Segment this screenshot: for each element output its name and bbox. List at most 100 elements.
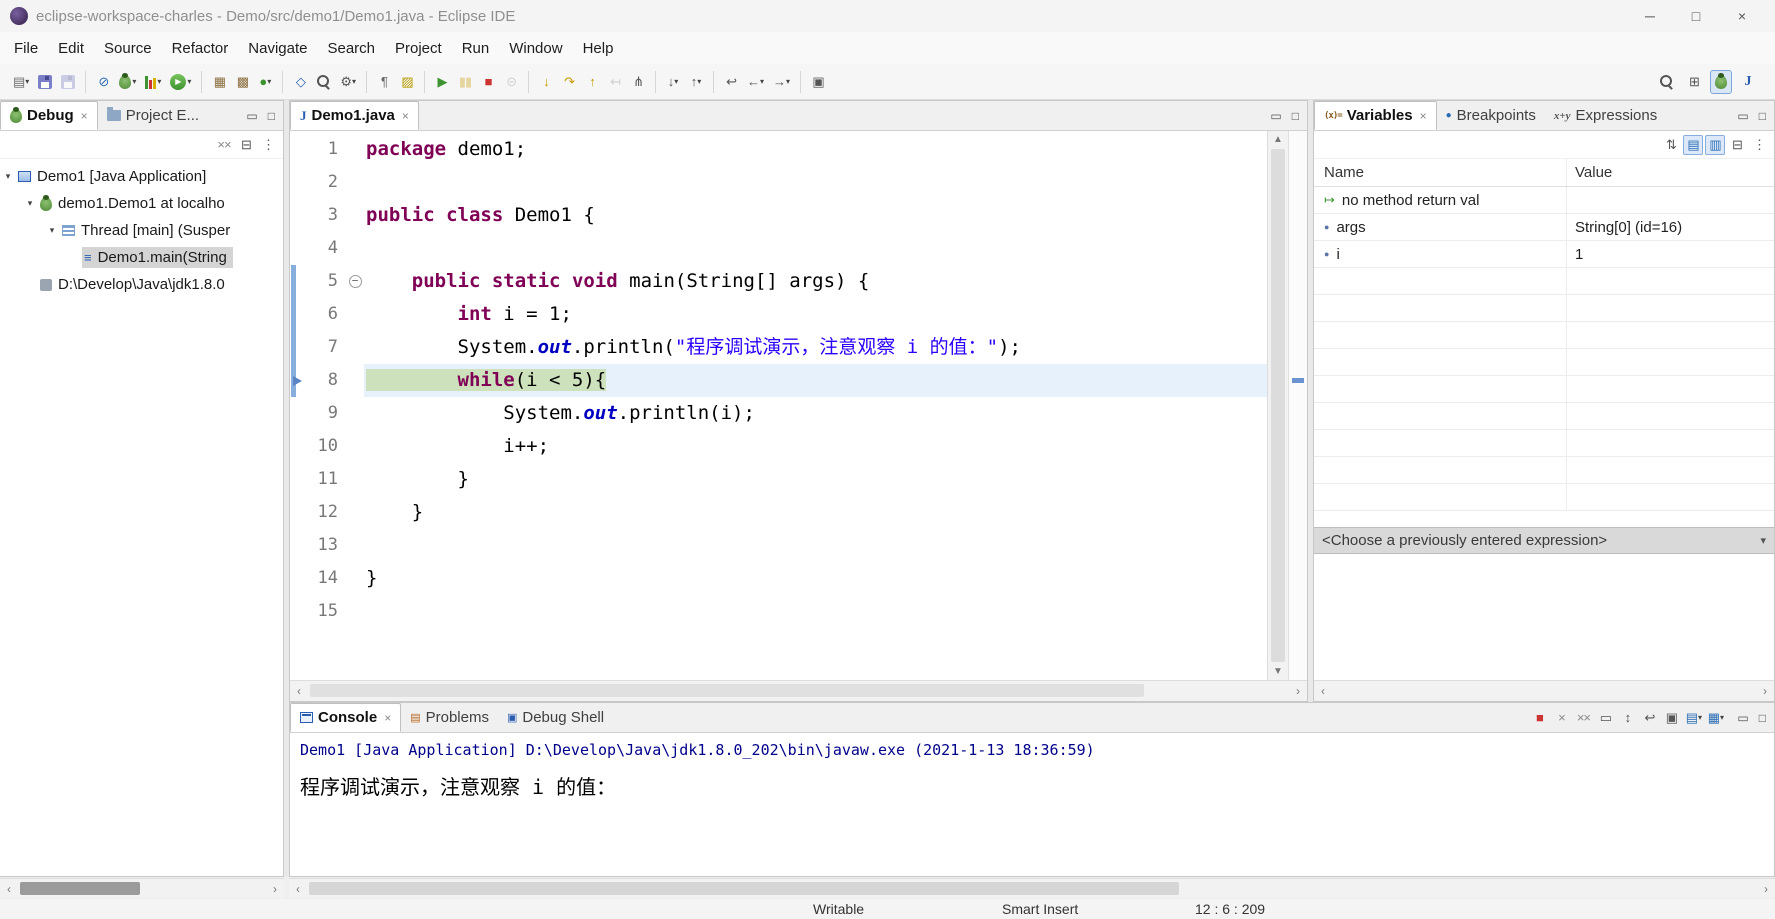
tab-demo1-java[interactable]: JDemo1.java× — [290, 101, 419, 130]
variable-row[interactable]: ●i1 — [1314, 241, 1774, 268]
tab-debug-shell[interactable]: ▣Debug Shell — [498, 703, 613, 732]
pin-editor-icon[interactable]: ▣ — [807, 70, 829, 94]
maximize-view-icon[interactable]: □ — [1292, 109, 1299, 123]
scroll-down-icon[interactable]: ▼ — [1273, 666, 1283, 677]
scrollbar-track[interactable] — [18, 879, 266, 898]
open-perspective-icon[interactable]: ⊞ — [1683, 70, 1705, 94]
scroll-left-icon[interactable]: ‹ — [1314, 684, 1332, 698]
code-line-6[interactable]: 6 int i = 1; — [290, 298, 1267, 331]
terminate-icon[interactable]: ■ — [477, 70, 499, 94]
view-menu-icon[interactable]: ⋮ — [258, 135, 278, 155]
menu-source[interactable]: Source — [94, 34, 162, 63]
save-all-icon[interactable] — [57, 70, 79, 94]
dropdown-caret-icon[interactable]: ▾ — [352, 77, 356, 86]
console-horizontal-scrollbar[interactable]: ‹ › — [289, 878, 1775, 898]
dropdown-caret-icon[interactable]: ▾ — [132, 77, 136, 86]
menu-refactor[interactable]: Refactor — [162, 34, 239, 63]
scroll-up-icon[interactable]: ▲ — [1273, 134, 1283, 145]
scrollbar-track[interactable] — [308, 681, 1289, 701]
tree-item[interactable]: ≡Demo1.main(String — [82, 247, 233, 268]
menu-edit[interactable]: Edit — [48, 34, 94, 63]
dropdown-caret-icon[interactable]: ▾ — [760, 77, 764, 86]
word-wrap-icon[interactable]: ↩ — [1639, 708, 1659, 728]
dropdown-caret-icon[interactable]: ▾ — [697, 77, 701, 86]
tree-item[interactable]: Demo1 [Java Application] — [16, 166, 212, 187]
show-whitespace-icon[interactable]: ¶ — [373, 70, 395, 94]
expression-bar[interactable]: <Choose a previously entered expression>… — [1314, 527, 1774, 554]
menu-file[interactable]: File — [4, 34, 48, 63]
code-line-8[interactable]: 8 while(i < 5){ — [290, 364, 1267, 397]
menu-project[interactable]: Project — [385, 34, 452, 63]
scroll-left-icon[interactable]: ‹ — [290, 684, 308, 698]
new-wizard-icon[interactable]: ▤▾ — [9, 70, 33, 94]
window-minimize-button[interactable]: ─ — [1627, 0, 1673, 32]
tree-item[interactable]: demo1.Demo1 at localho — [38, 193, 231, 214]
minimize-view-icon[interactable]: ▭ — [1737, 109, 1748, 123]
menu-help[interactable]: Help — [573, 34, 624, 63]
debug-icon[interactable]: ▾ — [115, 70, 140, 94]
tab-problems[interactable]: ▤Problems — [401, 703, 498, 732]
new-java-project-icon[interactable]: ▦ — [208, 70, 230, 94]
scrollbar-thumb[interactable] — [309, 882, 1179, 895]
suspend-icon[interactable]: ▮▮ — [454, 70, 476, 94]
code-line-14[interactable]: 14} — [290, 562, 1267, 595]
scrollbar-thumb[interactable] — [20, 882, 140, 895]
dropdown-caret-icon[interactable]: ▾ — [1720, 713, 1723, 722]
close-tab-icon[interactable]: × — [402, 109, 409, 123]
scroll-right-icon[interactable]: › — [1289, 684, 1307, 698]
scroll-left-icon[interactable]: ‹ — [0, 882, 18, 896]
drop-to-frame-icon[interactable]: ↤ — [604, 70, 626, 94]
open-console-icon[interactable]: ▦▾ — [1705, 708, 1725, 728]
save-icon[interactable] — [34, 70, 56, 94]
maximize-view-icon[interactable]: □ — [1759, 711, 1766, 725]
dropdown-caret-icon[interactable]: ▾ — [187, 77, 191, 86]
code-line-5[interactable]: 5− public static void main(String[] args… — [290, 265, 1267, 298]
code-line-10[interactable]: 10 i++; — [290, 430, 1267, 463]
pin-console-icon[interactable]: ▣ — [1661, 708, 1681, 728]
editor-horizontal-scrollbar[interactable]: ‹ › — [290, 680, 1307, 701]
debug-horizontal-scrollbar[interactable]: ‹ › — [0, 878, 284, 898]
back-icon[interactable]: ←▾ — [743, 70, 768, 94]
console-content[interactable]: Demo1 [Java Application] D:\Develop\Java… — [290, 733, 1774, 876]
next-annotation-icon[interactable]: ↓▾ — [662, 70, 684, 94]
new-class-icon[interactable]: ●▾ — [254, 70, 276, 94]
scroll-right-icon[interactable]: › — [1756, 684, 1774, 698]
forward-icon[interactable]: →▾ — [769, 70, 794, 94]
tree-item[interactable]: Thread [main] (Susper — [60, 220, 236, 241]
tree-row[interactable]: ▾Demo1 [Java Application] — [0, 163, 283, 190]
code-line-11[interactable]: 11 } — [290, 463, 1267, 496]
scroll-right-icon[interactable]: › — [1757, 882, 1775, 896]
tab-breakpoints[interactable]: ●Breakpoints — [1437, 101, 1545, 130]
close-tab-icon[interactable]: × — [81, 109, 88, 123]
terminate-console-icon[interactable]: ■ — [1529, 708, 1549, 728]
code-line-2[interactable]: 2 — [290, 166, 1267, 199]
variable-row[interactable]: ●argsString[0] (id=16) — [1314, 214, 1774, 241]
code-line-1[interactable]: 1package demo1; — [290, 133, 1267, 166]
close-tab-icon[interactable]: × — [384, 711, 391, 725]
code-line-13[interactable]: 13 — [290, 529, 1267, 562]
tab-debug[interactable]: Debug× — [0, 101, 98, 130]
debug-perspective-icon[interactable] — [1710, 70, 1732, 94]
remove-launch-icon[interactable]: × — [1551, 708, 1571, 728]
scrollbar-track[interactable] — [1332, 681, 1756, 701]
skip-all-breakpoints-icon[interactable]: ⊘ — [92, 70, 114, 94]
display-selected-console-icon[interactable]: ▤▾ — [1683, 708, 1703, 728]
dropdown-caret-icon[interactable]: ▾ — [157, 77, 161, 86]
code-line-3[interactable]: 3public class Demo1 { — [290, 199, 1267, 232]
variables-horizontal-scrollbar[interactable]: ‹ › — [1314, 680, 1774, 701]
external-tools-icon[interactable]: ⚙▾ — [336, 70, 360, 94]
scrollbar-track[interactable] — [307, 879, 1757, 898]
collapse-all-icon[interactable]: ⊟ — [236, 135, 256, 155]
step-into-icon[interactable]: ↓ — [535, 70, 557, 94]
code-line-4[interactable]: 4 — [290, 232, 1267, 265]
code-line-12[interactable]: 12 } — [290, 496, 1267, 529]
java-perspective-icon[interactable]: J — [1737, 70, 1759, 94]
collapse-region-icon[interactable]: − — [349, 275, 362, 288]
maximize-view-icon[interactable]: □ — [1759, 109, 1766, 123]
menu-run[interactable]: Run — [452, 34, 500, 63]
code-line-7[interactable]: 7 System.out.println("程序调试演示，注意观察 i 的值："… — [290, 331, 1267, 364]
show-type-names-icon[interactable]: ⇅ — [1661, 135, 1681, 155]
run-icon[interactable]: ▶▾ — [166, 70, 195, 94]
dropdown-caret-icon[interactable]: ▾ — [25, 77, 29, 86]
minimize-view-icon[interactable]: ▭ — [1270, 109, 1281, 123]
